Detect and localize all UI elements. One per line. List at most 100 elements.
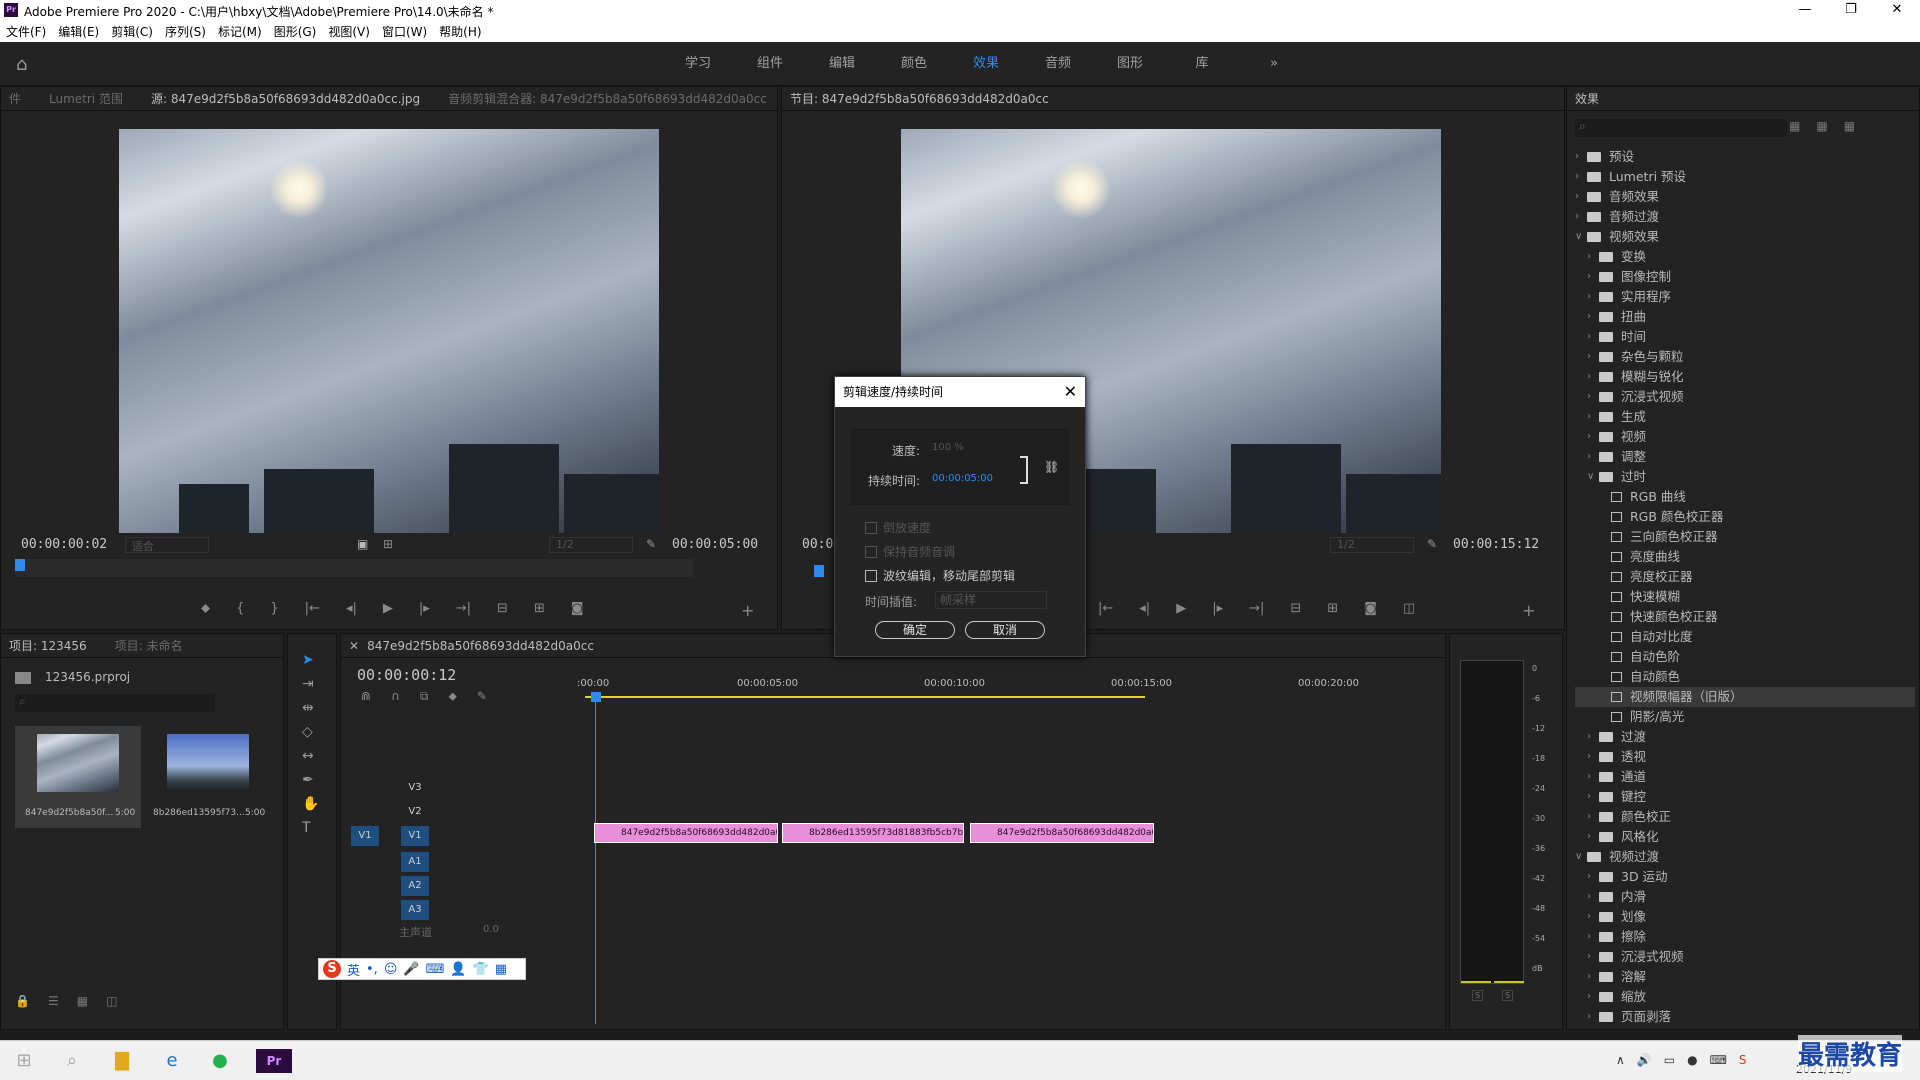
chevron-right-icon[interactable]: › xyxy=(1587,447,1599,467)
chevron-right-icon[interactable]: › xyxy=(1587,867,1599,887)
effects-tree-item[interactable]: 自动色阶 xyxy=(1575,647,1915,667)
ime-language[interactable]: 英 xyxy=(347,960,360,979)
chevron-right-icon[interactable]: › xyxy=(1587,747,1599,767)
insert-icon[interactable]: ⊟ xyxy=(497,601,508,616)
effects-tree-item[interactable]: 快速模糊 xyxy=(1575,587,1915,607)
effects-tree-item[interactable]: › 音频过渡 xyxy=(1575,207,1915,227)
solo-left-button[interactable]: S xyxy=(1472,990,1484,1001)
effects-tree-item[interactable]: › 生成 xyxy=(1575,407,1915,427)
ripple-edit-tool-icon[interactable]: ⇹ xyxy=(302,700,319,716)
time-interpolation-dropdown[interactable]: 帧采样 xyxy=(935,591,1047,609)
effects-tree-item[interactable]: › 变换 xyxy=(1575,247,1915,267)
track-v1-label[interactable]: V1 xyxy=(401,826,429,846)
reverse-speed-checkbox[interactable]: 倒放速度 xyxy=(865,519,931,536)
timeline-timecode[interactable]: 00:00:00:12 xyxy=(357,666,456,684)
pen-tool-icon[interactable]: ✒ xyxy=(302,772,319,788)
program-play-icon[interactable]: ▶ xyxy=(1176,601,1186,616)
effects-tree-item[interactable]: › 3D 运动 xyxy=(1575,867,1915,887)
project-item-2[interactable]: 8b286ed13595f73... 5:00 xyxy=(145,726,271,828)
menu-graphics[interactable]: 图形(G) xyxy=(268,22,323,42)
freeform-view-icon[interactable]: ◫ xyxy=(106,994,117,1008)
menu-marker[interactable]: 标记(M) xyxy=(212,22,268,42)
maximize-button[interactable]: ❐ xyxy=(1828,0,1874,22)
effects-tree-item[interactable]: › 内滑 xyxy=(1575,887,1915,907)
chevron-right-icon[interactable]: › xyxy=(1587,907,1599,927)
timeline-clip-1[interactable]: 847e9d2f5b8a50f68693dd482d0a0cc xyxy=(594,823,778,843)
chevron-right-icon[interactable]: › xyxy=(1587,407,1599,427)
dialog-close-icon[interactable]: ✕ xyxy=(1064,377,1077,407)
project-item-1[interactable]: 847e9d2f5b8a50f... 5:00 xyxy=(15,726,141,828)
effects-tree-item[interactable]: › 模糊与锐化 xyxy=(1575,367,1915,387)
menu-file[interactable]: 文件(F) xyxy=(0,22,52,42)
sogou-logo-icon[interactable]: S xyxy=(323,960,341,978)
effects-tree-item[interactable]: › 划像 xyxy=(1575,907,1915,927)
track-v2-label[interactable]: V2 xyxy=(401,802,429,822)
chevron-right-icon[interactable]: › xyxy=(1587,327,1599,347)
chevron-right-icon[interactable]: › xyxy=(1587,347,1599,367)
program-wrench-icon[interactable]: ✎ xyxy=(1427,537,1437,551)
workspace-tab-assembly[interactable]: 组件 xyxy=(734,42,806,86)
effects-tree-item[interactable]: › 杂色与颗粒 xyxy=(1575,347,1915,367)
work-area-bar[interactable] xyxy=(585,696,1145,698)
program-playhead-icon[interactable] xyxy=(814,565,824,577)
chevron-right-icon[interactable]: › xyxy=(1587,367,1599,387)
compare-icon[interactable]: ◫ xyxy=(1403,601,1415,616)
close-button[interactable]: ✕ xyxy=(1874,0,1920,22)
effects-tree-item[interactable]: › 调整 xyxy=(1575,447,1915,467)
effects-tree-item[interactable]: › 擦除 xyxy=(1575,927,1915,947)
effects-tree-item[interactable]: › 实用程序 xyxy=(1575,287,1915,307)
ime-emoji-icon[interactable]: ☺ xyxy=(384,962,398,977)
source-timecode[interactable]: 00:00:00:02 xyxy=(21,537,107,552)
workspace-tab-graphics[interactable]: 图形 xyxy=(1094,42,1166,86)
ime-keyboard-icon[interactable]: ⌨ xyxy=(426,962,445,977)
file-explorer-icon[interactable]: ▇ xyxy=(110,1049,134,1073)
source-patch-v1[interactable]: V1 xyxy=(351,826,379,846)
maintain-pitch-checkbox[interactable]: 保持音频音调 xyxy=(865,543,955,560)
speed-value[interactable]: 100 % xyxy=(932,442,964,453)
fit-dropdown[interactable]: 适合 xyxy=(125,537,209,553)
chevron-right-icon[interactable]: › xyxy=(1587,307,1599,327)
cancel-button[interactable]: 取消 xyxy=(965,621,1045,639)
icon-view-icon[interactable]: ▦ xyxy=(77,994,88,1008)
effects-tree-item[interactable]: › 通道 xyxy=(1575,767,1915,787)
timeline-ruler[interactable]: :00:00 00:00:05:00 00:00:10:00 00:00:15:… xyxy=(577,674,1445,704)
effects-tree-item[interactable]: › 键控 xyxy=(1575,787,1915,807)
ime-skin-icon[interactable]: 👕 xyxy=(473,962,489,977)
step-forward-icon[interactable]: |▸ xyxy=(419,601,430,616)
effects-tree-item[interactable]: › Lumetri 预设 xyxy=(1575,167,1915,187)
ime-voice-icon[interactable]: 🎤 xyxy=(403,962,419,977)
32bit-effects-icon[interactable]: ▦ xyxy=(1816,119,1827,133)
effects-tree-item[interactable]: › 沉浸式视频 xyxy=(1575,387,1915,407)
home-icon[interactable]: ⌂ xyxy=(16,54,36,75)
yuv-effects-icon[interactable]: ▦ xyxy=(1844,119,1855,133)
taskbar-search-icon[interactable]: ⌕ xyxy=(60,1049,84,1073)
playhead-icon[interactable] xyxy=(15,559,25,571)
effects-tree-item[interactable]: › 扭曲 xyxy=(1575,307,1915,327)
ime-tray-icon[interactable]: ⌨ xyxy=(1710,1053,1727,1067)
tray-app-icon[interactable]: ● xyxy=(1687,1053,1697,1067)
extract-icon[interactable]: ⊞ xyxy=(1327,601,1338,616)
program-step-back-icon[interactable]: ◂| xyxy=(1139,601,1150,616)
effects-tree-item[interactable]: › 视频 xyxy=(1575,427,1915,447)
effects-tree-item[interactable]: › 风格化 xyxy=(1575,827,1915,847)
menu-help[interactable]: 帮助(H) xyxy=(433,22,487,42)
chevron-right-icon[interactable]: › xyxy=(1587,287,1599,307)
timeline-clip-2[interactable]: 8b286ed13595f73d81883fb5cb7baf8 xyxy=(782,823,964,843)
ripple-edit-checkbox[interactable]: 波纹编辑，移动尾部剪辑 xyxy=(865,567,1015,584)
program-add-button-icon[interactable]: + xyxy=(1522,601,1535,620)
workspace-tab-effects[interactable]: 效果 xyxy=(950,42,1022,86)
tab-project-untitled[interactable]: 项目: 未命名 xyxy=(115,637,183,654)
effects-tree-item[interactable]: RGB 曲线 xyxy=(1575,487,1915,507)
menu-clip[interactable]: 剪辑(C) xyxy=(105,22,159,42)
timeline-settings-icon[interactable]: ✎ xyxy=(477,689,487,704)
tab-lumetri-scopes[interactable]: Lumetri 范围 xyxy=(49,90,123,107)
camera-icon[interactable]: ◙ xyxy=(571,601,584,616)
menu-view[interactable]: 视图(V) xyxy=(322,22,376,42)
track-a2-label[interactable]: A2 xyxy=(401,876,429,896)
effects-tree-item[interactable]: ∨ 视频过渡 xyxy=(1575,847,1915,867)
program-step-forward-icon[interactable]: |▸ xyxy=(1212,601,1223,616)
chevron-right-icon[interactable]: › xyxy=(1587,247,1599,267)
resolution-dropdown[interactable]: 1/2 xyxy=(549,537,633,553)
workspace-tab-learn[interactable]: 学习 xyxy=(662,42,734,86)
tray-chevron-icon[interactable]: ∧ xyxy=(1616,1053,1625,1067)
